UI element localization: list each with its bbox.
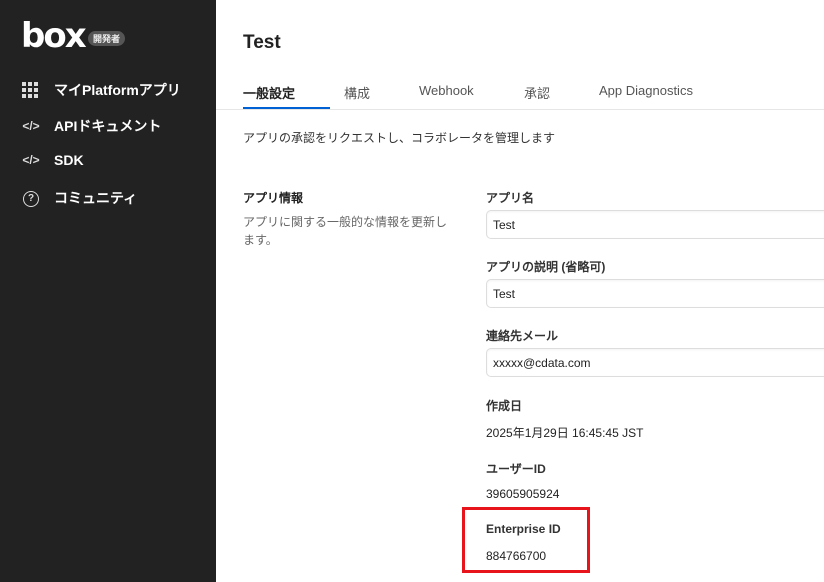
app-description-input[interactable]: Test xyxy=(486,279,824,308)
developer-badge: 開発者 xyxy=(88,31,126,46)
app-name-label: アプリ名 xyxy=(486,191,535,205)
app-description-label: アプリの説明 (省略可) xyxy=(486,260,606,274)
code-icon: </> xyxy=(22,153,40,167)
code-icon: </> xyxy=(22,119,40,133)
contact-email-input[interactable]: xxxxx@cdata.com xyxy=(486,348,824,377)
tab-configuration[interactable]: 構成 xyxy=(344,83,370,102)
sidebar-item-label: コミュニティ xyxy=(54,190,138,206)
page-title: Test xyxy=(243,32,281,53)
user-id-label: ユーザーID xyxy=(486,462,546,476)
sidebar-item-my-apps[interactable]: マイPlatformアプリ xyxy=(22,80,181,100)
active-tab-indicator xyxy=(243,107,330,109)
sidebar-item-label: APIドキュメント xyxy=(54,118,162,134)
tab-authorization[interactable]: 承認 xyxy=(524,83,550,102)
user-id-value: 39605905924 xyxy=(486,487,560,501)
highlight-box xyxy=(462,507,590,573)
page-description: アプリの承認をリクエストし、コラボレータを管理します xyxy=(243,131,556,145)
contact-email-label: 連絡先メール xyxy=(486,329,559,343)
section-description: アプリに関する一般的な情報を更新します。 xyxy=(243,215,448,247)
sidebar-item-community[interactable]: ? コミュニティ xyxy=(22,188,137,208)
question-circle-icon: ? xyxy=(22,190,40,207)
tab-bar: 一般設定 構成 Webhook 承認 App Diagnostics xyxy=(216,80,824,110)
grid-icon xyxy=(22,82,40,98)
created-date-value: 2025年1月29日 16:45:45 JST xyxy=(486,426,644,440)
section-title: アプリ情報 xyxy=(243,191,304,205)
tab-webhook[interactable]: Webhook xyxy=(419,83,474,98)
tab-app-diagnostics[interactable]: App Diagnostics xyxy=(599,83,693,98)
sidebar-item-api-docs[interactable]: </> APIドキュメント xyxy=(22,116,161,136)
sidebar: box 開発者 マイPlatformアプリ </> APIドキュメント </> … xyxy=(0,0,216,582)
app-name-input[interactable]: Test xyxy=(486,210,824,239)
box-logo[interactable]: box xyxy=(21,16,87,56)
sidebar-item-label: SDK xyxy=(54,152,84,168)
created-date-label: 作成日 xyxy=(486,399,523,413)
sidebar-item-sdk[interactable]: </> SDK xyxy=(22,152,84,168)
sidebar-item-label: マイPlatformアプリ xyxy=(54,82,181,98)
tab-general[interactable]: 一般設定 xyxy=(243,83,295,102)
